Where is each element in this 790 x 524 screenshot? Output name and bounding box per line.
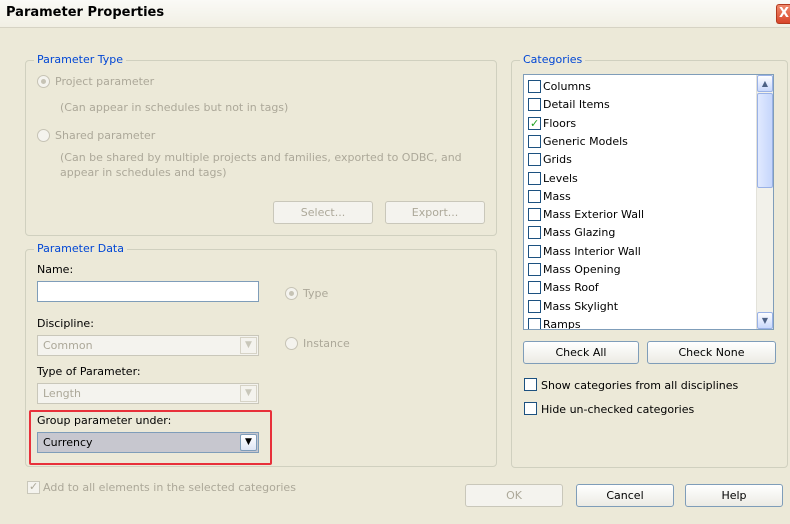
check-all-button[interactable]: Check All [523, 341, 639, 364]
category-label: Columns [543, 80, 591, 93]
export-button[interactable]: Export... [385, 201, 485, 224]
category-checkbox[interactable] [528, 226, 541, 240]
cancel-button[interactable]: Cancel [576, 484, 674, 507]
project-parameter-note: (Can appear in schedules but not in tags… [60, 101, 289, 114]
type-of-parameter-select[interactable]: Length ▼ [37, 383, 259, 404]
name-label: Name: [37, 263, 74, 276]
parameter-type-legend: Parameter Type [34, 53, 126, 66]
ok-button[interactable]: OK [465, 484, 563, 507]
close-icon: X [779, 6, 790, 21]
category-checkbox[interactable] [528, 244, 541, 258]
category-label: Floors [543, 116, 577, 130]
category-label: Mass [543, 189, 571, 203]
discipline-value: Common [43, 339, 93, 352]
scroll-down-icon[interactable]: ▼ [757, 312, 773, 329]
check-none-button[interactable]: Check None [647, 341, 776, 364]
hide-unchecked-checkbox[interactable] [524, 402, 537, 415]
shared-parameter-label: Shared parameter [55, 129, 156, 142]
category-checkbox[interactable] [528, 263, 541, 276]
category-checkbox[interactable] [528, 98, 541, 112]
category-label: Mass Exterior Wall [543, 208, 645, 222]
category-label: Grids [543, 153, 572, 167]
type-radio-label: Type [303, 287, 329, 300]
category-checkbox[interactable] [528, 134, 541, 148]
category-checkbox[interactable]: ✓ [528, 116, 541, 130]
red-highlight-annotation [29, 410, 272, 465]
categories-scrollbar[interactable]: ▲ ▼ [756, 75, 773, 329]
categories-group: Categories Columns Detail Items ✓ Floors Gen… [511, 53, 788, 468]
category-label: Generic Models [543, 134, 628, 148]
dialog-title: Parameter Properties [6, 5, 165, 20]
category-checkbox[interactable] [528, 299, 541, 313]
category-label: Mass Interior Wall [543, 244, 641, 258]
category-label: Mass Roof [543, 281, 599, 295]
category-label: Levels [543, 171, 578, 185]
add-to-all-checkbox[interactable]: ✓ [27, 480, 40, 494]
type-radio[interactable] [285, 287, 298, 300]
instance-radio[interactable] [285, 337, 298, 350]
instance-radio-label: Instance [303, 337, 350, 350]
category-checkbox[interactable] [528, 317, 541, 329]
type-of-parameter-label: Type of Parameter: [37, 365, 141, 378]
shared-parameter-radio[interactable] [37, 129, 50, 142]
category-checkbox[interactable] [528, 281, 541, 295]
scroll-thumb[interactable] [757, 93, 773, 188]
add-to-all-label: Add to all elements in the selected cate… [43, 481, 296, 494]
checkmark-icon: ✓ [530, 116, 540, 130]
category-label: Mass Glazing [543, 226, 616, 240]
type-of-parameter-value: Length [43, 387, 81, 400]
chevron-down-icon[interactable]: ▼ [240, 385, 257, 402]
shared-parameter-note-1: (Can be shared by multiple projects and … [60, 151, 462, 164]
project-parameter-radio[interactable] [37, 75, 50, 88]
category-label: Mass Opening [543, 263, 621, 276]
select-button[interactable]: Select... [273, 201, 373, 224]
name-field[interactable] [37, 281, 259, 302]
category-label: Detail Items [543, 98, 610, 112]
help-button[interactable]: Help [685, 484, 783, 507]
parameter-data-legend: Parameter Data [34, 242, 127, 255]
project-parameter-label: Project parameter [55, 75, 155, 88]
shared-parameter-note-2: appear in schedules and tags) [60, 166, 227, 179]
category-label: Mass Skylight [543, 299, 619, 313]
category-checkbox[interactable] [528, 80, 541, 93]
category-label: Ramps [543, 317, 581, 330]
category-checkbox[interactable] [528, 189, 541, 203]
scroll-up-icon[interactable]: ▲ [757, 75, 773, 92]
show-all-disciplines-checkbox[interactable] [524, 378, 537, 391]
checkmark-icon: ✓ [29, 480, 39, 493]
category-checkbox[interactable] [528, 208, 541, 222]
title-bar: Parameter Properties X [0, 0, 790, 28]
hide-unchecked-label: Hide un-checked categories [541, 403, 695, 416]
category-checkbox[interactable] [528, 171, 541, 185]
category-checkbox[interactable] [528, 153, 541, 167]
show-all-disciplines-label: Show categories from all disciplines [541, 379, 739, 392]
chevron-down-icon[interactable]: ▼ [240, 337, 257, 354]
close-button[interactable]: X [776, 4, 790, 24]
categories-legend: Categories [520, 53, 586, 66]
parameter-type-group: Parameter Type Project parameter (Can ap… [25, 53, 497, 236]
discipline-label: Discipline: [37, 317, 94, 330]
discipline-select[interactable]: Common ▼ [37, 335, 259, 356]
categories-list[interactable]: Columns Detail Items ✓ Floors Generic Models… [523, 74, 774, 330]
